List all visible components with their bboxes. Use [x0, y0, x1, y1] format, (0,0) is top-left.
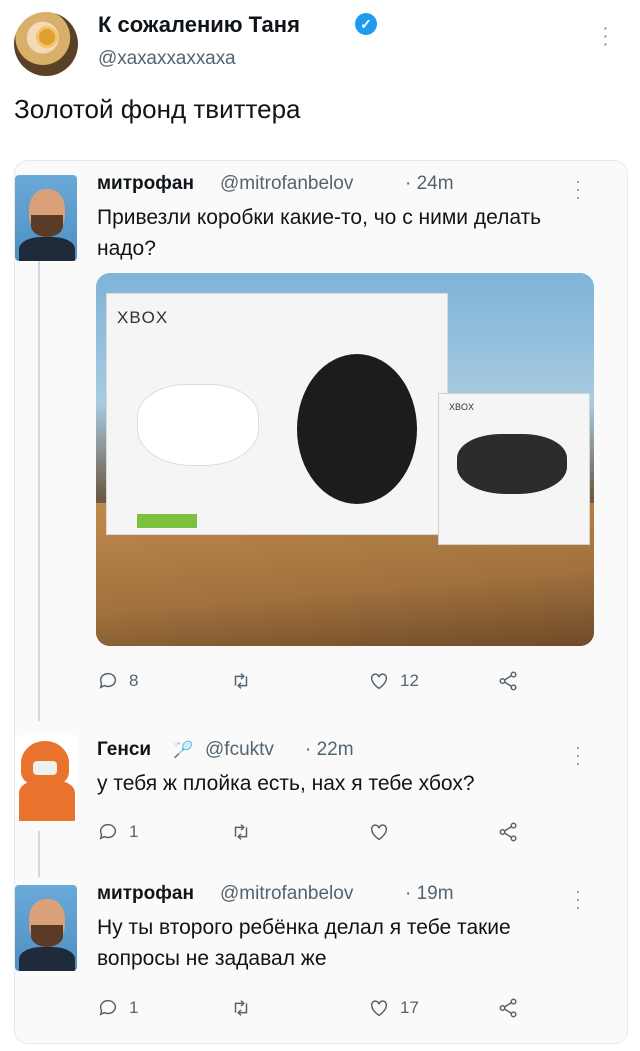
reply-author-handle[interactable]: @fcuktv: [205, 739, 274, 761]
tweet-actions: 1 17: [97, 997, 597, 1021]
tweet-header: К сожалению Таня ✓ @хахаххаххаха · · ·: [0, 0, 640, 80]
thread-line: [38, 261, 40, 721]
share-icon: [499, 822, 517, 842]
xbox-console-box: XBOX: [106, 293, 448, 535]
retweet-button[interactable]: [230, 670, 252, 692]
reply-count: 1: [129, 822, 139, 841]
share-icon: [499, 671, 517, 691]
reply-text: Привезли коробки какие-то, чо с ними дел…: [97, 206, 542, 260]
like-button[interactable]: 17: [368, 997, 419, 1019]
tweet-actions: 1: [97, 821, 597, 845]
reply-author-name[interactable]: митрофан: [97, 173, 194, 195]
reply-text: у тебя ж плойка есть, нах я тебе хбох?: [97, 772, 475, 795]
badminton-icon: 🏸: [173, 742, 193, 759]
retweet-icon: [234, 824, 248, 840]
more-options-icon[interactable]: · · ·: [575, 172, 581, 206]
tweet-actions: 8 12: [97, 670, 597, 694]
reply-button[interactable]: 1: [97, 821, 138, 843]
comment-icon: [99, 999, 117, 1016]
reply-time: · 22m: [305, 739, 354, 760]
comment-icon: [99, 672, 117, 689]
quoted-thread-card[interactable]: митрофан @mitrofanbelov · 24m · · · Привез…: [14, 160, 628, 1044]
more-options-icon[interactable]: · · ·: [575, 882, 581, 916]
xbox-controller-box: XBOX: [438, 393, 590, 545]
avatar[interactable]: [15, 885, 77, 971]
heart-icon: [370, 824, 388, 841]
retweet-icon: [234, 1000, 248, 1016]
share-button[interactable]: [497, 821, 519, 843]
reply-count: 8: [129, 671, 139, 690]
reply-time: · 24m: [405, 173, 454, 194]
share-button[interactable]: [497, 997, 519, 1019]
avatar[interactable]: [15, 735, 77, 821]
retweet-button[interactable]: [230, 821, 252, 843]
xbox-logo-text: XBOX: [449, 402, 475, 412]
reply-author-handle[interactable]: @mitrofanbelov: [220, 883, 353, 905]
like-count: 12: [400, 671, 419, 690]
author-handle[interactable]: @хахаххаххаха: [98, 48, 236, 70]
reply-button[interactable]: 1: [97, 997, 138, 1019]
xbox-logo-text: XBOX: [117, 308, 169, 327]
like-count: 17: [400, 998, 419, 1017]
heart-icon: [370, 1000, 388, 1017]
more-options-icon[interactable]: · · ·: [602, 18, 609, 54]
more-options-icon[interactable]: · · ·: [575, 738, 581, 772]
heart-icon: [370, 673, 388, 690]
reply-time: · 19m: [405, 883, 454, 904]
like-button[interactable]: 12: [368, 670, 419, 692]
tweet-photo[interactable]: XBOX XBOX: [96, 273, 594, 646]
author-avatar[interactable]: [14, 12, 78, 76]
retweet-button[interactable]: [230, 997, 252, 1019]
tweet-text: Золотой фонд твиттера: [14, 94, 301, 124]
reply-count: 1: [129, 998, 139, 1017]
verified-badge-icon: ✓: [355, 13, 377, 35]
retweet-icon: [234, 673, 248, 689]
reply-author-handle[interactable]: @mitrofanbelov: [220, 173, 353, 195]
share-icon: [499, 998, 517, 1018]
reply-text: Ну ты второго ребёнка делал я тебе такие…: [97, 916, 511, 970]
comment-icon: [99, 823, 117, 840]
reply-author-name[interactable]: Генси: [97, 739, 151, 761]
author-name[interactable]: К сожалению Таня: [98, 12, 300, 38]
thread-line: [38, 831, 40, 877]
reply-button[interactable]: 8: [97, 670, 138, 692]
like-button[interactable]: [368, 821, 390, 843]
share-button[interactable]: [497, 670, 519, 692]
avatar[interactable]: [15, 175, 77, 261]
reply-author-name[interactable]: митрофан: [97, 883, 194, 905]
